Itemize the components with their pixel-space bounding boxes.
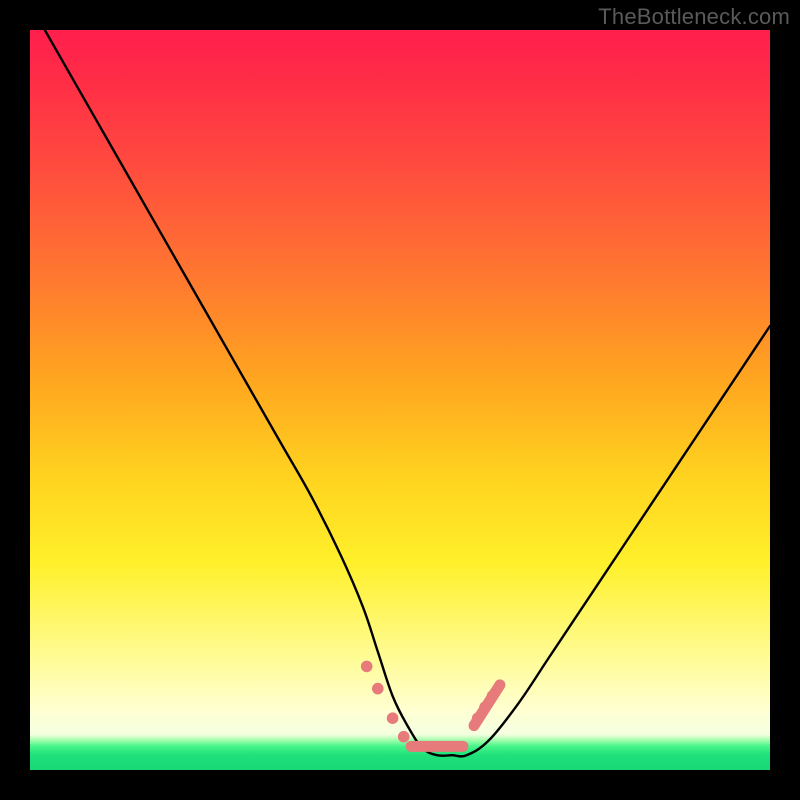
plot-area bbox=[30, 30, 770, 770]
curve-svg bbox=[30, 30, 770, 770]
highlight-dot bbox=[479, 701, 491, 713]
chart-frame: TheBottleneck.com bbox=[0, 0, 800, 800]
highlight-dot bbox=[387, 712, 399, 724]
bottleneck-curve-path bbox=[45, 30, 770, 756]
highlight-dot bbox=[487, 690, 499, 702]
highlight-dot bbox=[361, 661, 373, 673]
highlight-dot bbox=[398, 731, 410, 743]
highlight-dot bbox=[372, 683, 384, 695]
highlight-dot bbox=[472, 712, 484, 724]
highlight-markers bbox=[361, 661, 500, 747]
watermark-text: TheBottleneck.com bbox=[598, 4, 790, 30]
